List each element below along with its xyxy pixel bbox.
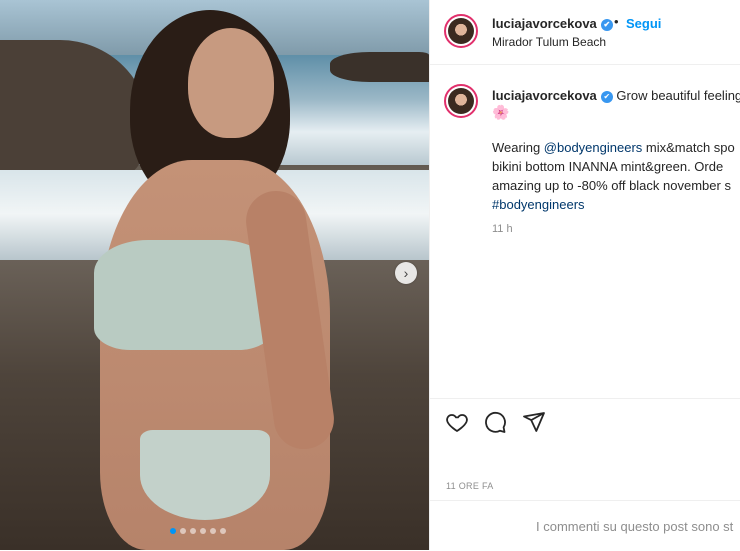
verified-badge-icon: ✔ <box>600 18 613 31</box>
flower-emoji: 🌸 <box>492 104 510 120</box>
actions-bar <box>430 398 740 449</box>
chevron-right-icon: › <box>403 265 409 281</box>
caption-line: Wearing @bodyengineers mix&match spo <box>492 140 735 155</box>
verified-badge-icon: ✔ <box>600 90 613 103</box>
like-button[interactable] <box>444 409 470 435</box>
carousel-dot <box>210 528 216 534</box>
caption-line: amazing up to -80% off black november s <box>492 178 731 193</box>
follow-button[interactable]: Segui <box>626 16 661 31</box>
carousel-next-button[interactable]: › <box>395 262 417 284</box>
carousel-dot <box>180 528 186 534</box>
post-header: luciajavorcekova ✔ • Segui Mirador Tulum … <box>430 0 740 65</box>
username-link[interactable]: luciajavorcekova ✔ <box>492 16 613 31</box>
send-icon <box>523 412 545 432</box>
carousel-dot <box>200 528 206 534</box>
caption-username[interactable]: luciajavorcekova <box>492 88 597 103</box>
mention-link[interactable]: @bodyengineers <box>544 140 642 155</box>
carousel-dot <box>220 528 226 534</box>
location-link[interactable]: Mirador Tulum Beach <box>492 35 606 49</box>
carousel-dot <box>170 528 176 534</box>
post-side-panel: luciajavorcekova ✔ • Segui Mirador Tulum … <box>429 0 740 550</box>
comments-area: I commenti su questo post sono st <box>430 500 740 551</box>
separator-dot: • <box>614 14 619 29</box>
caption-time: 11 h <box>492 223 513 235</box>
photo-person <box>70 10 370 550</box>
hashtag-link[interactable]: #bodyengineers <box>492 195 740 214</box>
comment-button[interactable] <box>482 409 508 435</box>
carousel-dots <box>170 528 226 534</box>
comment-icon <box>485 411 506 433</box>
caption-avatar[interactable] <box>444 84 478 118</box>
caption-line: bikini bottom INANNA mint&green. Orde <box>492 159 724 174</box>
post-photo[interactable]: › <box>0 0 429 550</box>
share-button[interactable] <box>521 409 547 435</box>
caption-body: Wearing @bodyengineers mix&match spo bik… <box>492 138 740 214</box>
caption-first-line: luciajavorcekova ✔ Grow beautiful feeling <box>492 88 740 103</box>
comments-disabled-text: I commenti su questo post sono st <box>536 519 734 534</box>
avatar[interactable] <box>444 14 478 48</box>
post-date: 11 ORE FA <box>446 481 494 491</box>
carousel-dot <box>190 528 196 534</box>
heart-icon <box>446 414 468 433</box>
caption-head-text: Grow beautiful feeling <box>616 88 740 103</box>
